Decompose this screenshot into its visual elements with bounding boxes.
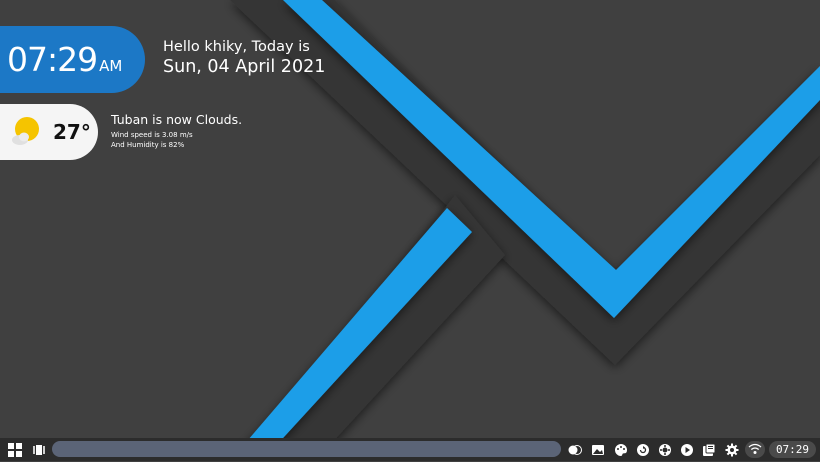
greeting-widget: Hello khiky, Today is Sun, 04 April 2021 [163,38,325,78]
start-menu-icon[interactable] [8,442,22,457]
image-icon[interactable] [591,442,605,456]
taskbar: 07:29 [0,438,820,461]
clock-widget: 07:29 AM [0,26,145,93]
wifi-icon [748,443,762,454]
greeting-text: Hello khiky, Today is [163,39,310,55]
taskbar-clock[interactable]: 07:29 [769,441,816,458]
weather-widget: 27° [0,104,98,160]
weather-status: Tuban is now Clouds. [111,112,243,127]
files-icon[interactable] [702,442,716,456]
weather-info: Tuban is now Clouds. Wind speed is 3.08 … [111,112,242,150]
refresh-icon[interactable] [636,442,650,456]
palette-icon[interactable] [614,442,628,456]
wind-speed: Wind speed is 3.08 m/s [111,131,193,139]
toggle-icon[interactable] [568,442,582,456]
partly-cloudy-icon [10,115,44,149]
play-icon[interactable] [680,442,694,456]
settings-wheel-icon[interactable] [658,442,672,456]
date-text: Sun, 04 April 2021 [163,57,326,77]
wifi-button[interactable] [745,441,765,458]
gear-icon[interactable] [725,442,739,457]
window-switcher-icon[interactable] [32,442,46,456]
search-bar[interactable] [52,441,561,457]
weather-temperature: 27° [53,120,91,144]
clock-time: 07:29 [7,40,98,79]
clock-ampm: AM [99,57,123,75]
humidity: And Humidity is 82% [111,141,185,149]
